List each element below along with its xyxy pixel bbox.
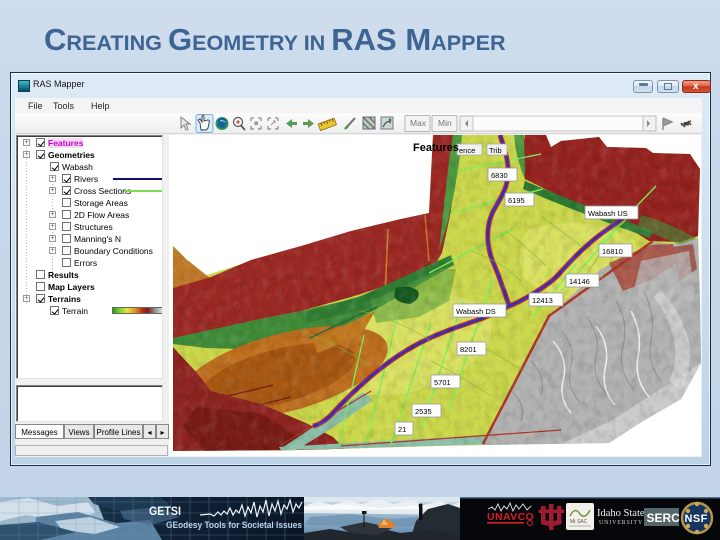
svg-text:SERC: SERC [647, 511, 681, 525]
svg-text:GETSI: GETSI [149, 504, 181, 518]
svg-text:5701: 5701 [434, 378, 451, 387]
svg-text:Wabash DS: Wabash DS [456, 307, 496, 316]
svg-text:Mt SAC: Mt SAC [570, 519, 588, 525]
svg-text:Wabash US: Wabash US [588, 209, 628, 218]
svg-text:ence: ence [459, 146, 475, 155]
svg-text:6195: 6195 [508, 196, 525, 205]
svg-text:NSF: NSF [685, 513, 708, 525]
svg-text:Max: Max [410, 118, 427, 128]
svg-text:12413: 12413 [532, 296, 553, 305]
svg-text:16810: 16810 [602, 247, 623, 256]
svg-text:Idaho State: Idaho State [597, 508, 645, 519]
svg-text:Trib: Trib [489, 146, 502, 155]
svg-text:8201: 8201 [460, 345, 477, 354]
svg-text:21: 21 [398, 425, 406, 434]
svg-text:6830: 6830 [491, 171, 508, 180]
svg-text:UNIVERSITY: UNIVERSITY [599, 520, 643, 526]
svg-text:UNAVCO: UNAVCO [487, 511, 534, 523]
svg-text:GEodesy Tools for Societal Iss: GEodesy Tools for Societal Issues [166, 520, 302, 531]
svg-text:2535: 2535 [415, 407, 432, 416]
svg-text:Features: Features [413, 142, 459, 154]
svg-text:14146: 14146 [569, 277, 590, 286]
svg-text:Min: Min [438, 118, 452, 128]
